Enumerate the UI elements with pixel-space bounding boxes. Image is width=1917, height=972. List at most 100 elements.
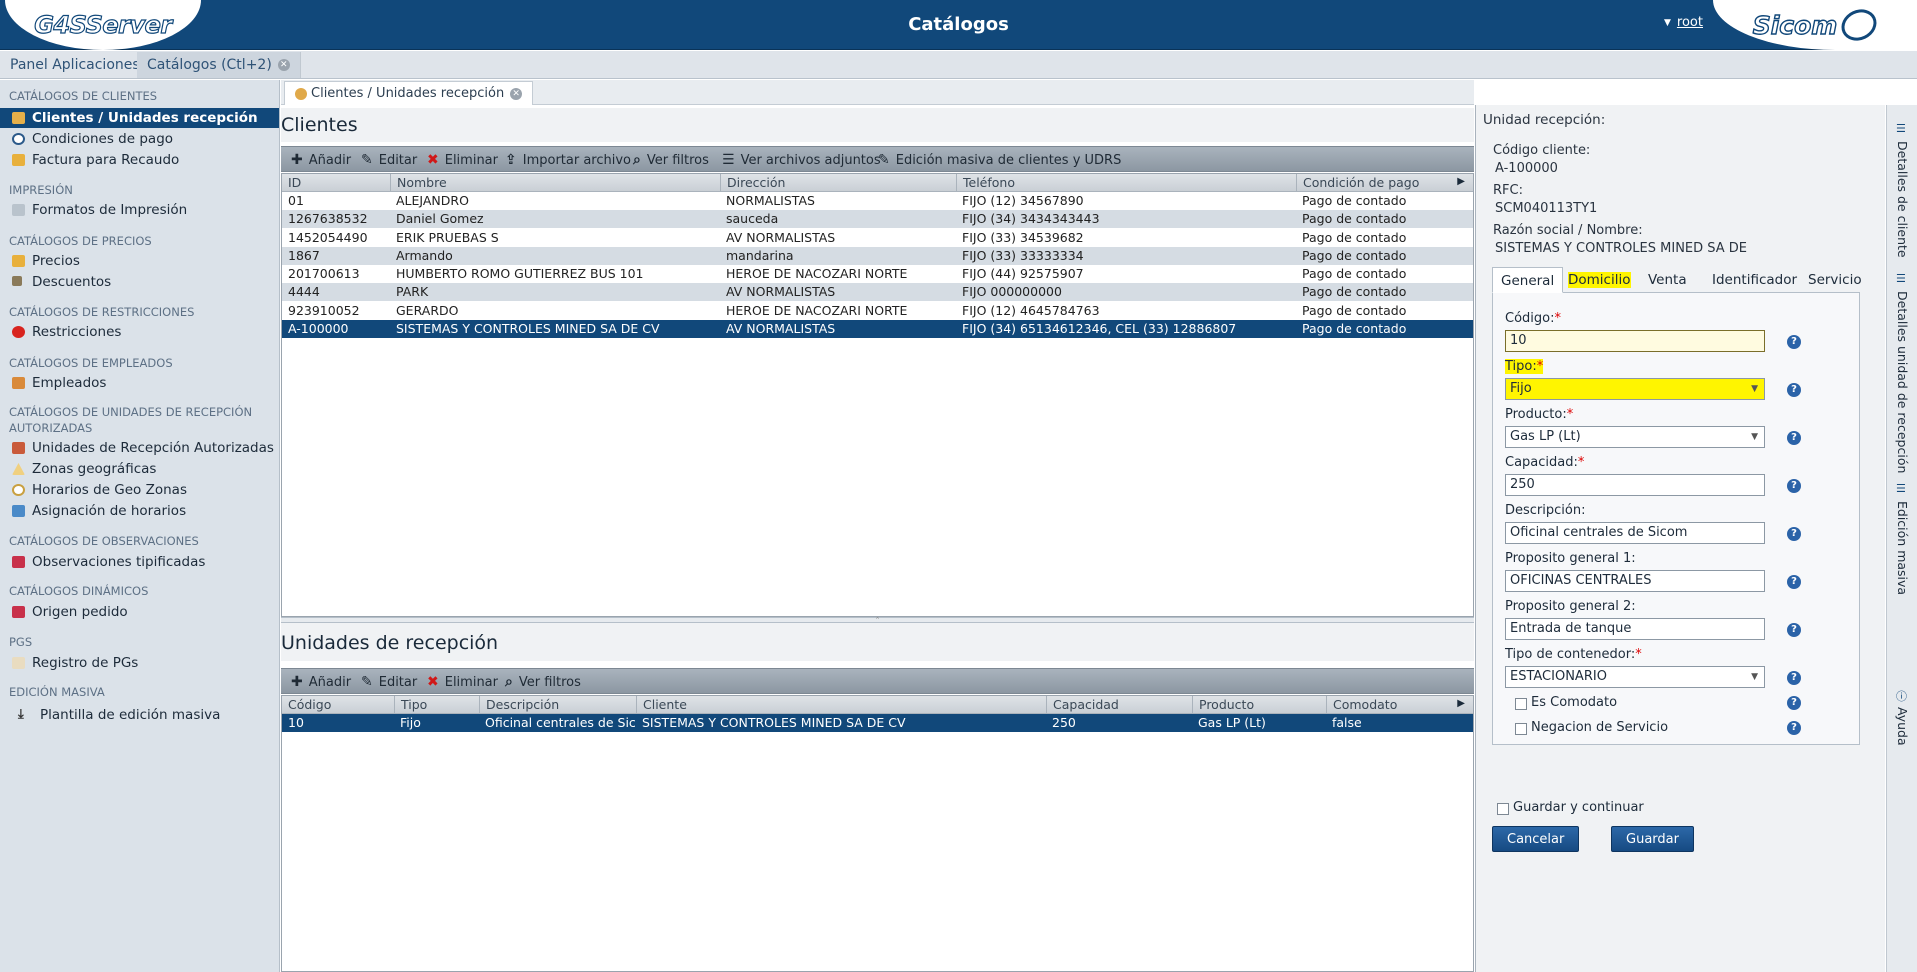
user-link[interactable]: root	[1677, 15, 1703, 30]
attachments-button[interactable]: ☰ Ver archivos adjuntos	[722, 147, 881, 173]
tab-servicio[interactable]: Servicio	[1800, 267, 1870, 293]
table-row[interactable]: 1267638532 Daniel Gomez sauceda FIJO (34) 3…	[282, 210, 1473, 229]
tab-catalogos[interactable]: Catálogos (Ctl+2) ✕	[137, 52, 301, 78]
chevron-down-icon[interactable]: ▼	[1751, 667, 1758, 687]
edit-button[interactable]: ✎ Editar	[361, 669, 417, 695]
edit-button[interactable]: ✎ Editar	[361, 147, 417, 173]
chevron-down-icon[interactable]: ▼	[1751, 379, 1758, 399]
table-row[interactable]: 923910052 GERARDO HEROE DE NACOZARI NORTE F…	[282, 302, 1473, 320]
sidebar-item-origen-pedido[interactable]: Origen pedido	[0, 602, 279, 622]
tab-panel-aplicaciones[interactable]: Panel Aplicaciones	[0, 52, 151, 78]
sidebar-item-precios[interactable]: Precios	[0, 251, 279, 271]
employees-icon	[12, 377, 25, 389]
scroll-right-icon[interactable]: ▶	[1457, 698, 1465, 709]
tab-domicilio[interactable]: Domicilio	[1562, 267, 1637, 293]
save-button[interactable]: Guardar	[1611, 826, 1694, 852]
tab-detalles-unidad[interactable]: Detalles unidad de recepción	[1895, 291, 1910, 473]
delete-button[interactable]: ✖ Eliminar	[427, 147, 498, 173]
column-header-cliente[interactable]: Cliente	[636, 696, 1046, 714]
tab-identificador[interactable]: Identificador	[1704, 267, 1805, 293]
help-icon[interactable]: ?	[1787, 671, 1801, 685]
add-button[interactable]: ✚ Añadir	[291, 669, 351, 695]
tipo-select[interactable]: Fijo ▼	[1505, 378, 1765, 400]
sidebar-item-unidades-autorizadas[interactable]: Unidades de Recepción Autorizadas	[0, 438, 279, 458]
tab-general[interactable]: General	[1492, 267, 1564, 293]
help-icon[interactable]: ?	[1787, 623, 1801, 637]
section-clientes: CATÁLOGOS DE CLIENTES	[9, 89, 158, 103]
section-observaciones: CATÁLOGOS DE OBSERVACIONES	[9, 534, 199, 548]
sidebar-item-horarios-geo-zonas[interactable]: Horarios de Geo Zonas	[0, 480, 279, 500]
sidebar-item-condiciones-pago[interactable]: Condiciones de pago	[0, 129, 279, 149]
table-row[interactable]: 4444 PARK AV NORMALISTAS FIJO 000000000 Pago…	[282, 283, 1473, 302]
capacidad-input[interactable]: 250	[1505, 474, 1765, 496]
table-cell: Pago de contado	[1302, 247, 1407, 263]
producto-select[interactable]: Gas LP (Lt) ▼	[1505, 426, 1765, 448]
tab-ayuda[interactable]: Ayuda	[1895, 707, 1910, 746]
column-header-descripcion[interactable]: Descripción	[479, 696, 636, 714]
table-row[interactable]: 01 ALEJANDRO NORMALISTAS FIJO (12) 34567890…	[282, 192, 1473, 210]
table-row[interactable]: 1452054490 ERIK PRUEBAS S AV NORMALISTAS FI…	[282, 229, 1473, 247]
column-header-comodato[interactable]: Comodato	[1326, 696, 1473, 714]
sidebar-item-empleados[interactable]: Empleados	[0, 373, 279, 393]
sidebar-item-observaciones[interactable]: Observaciones tipificadas	[0, 552, 279, 572]
column-header-capacidad[interactable]: Capacidad	[1046, 696, 1192, 714]
scroll-right-icon[interactable]: ▶	[1457, 176, 1465, 187]
help-icon[interactable]: ?	[1787, 721, 1801, 735]
codigo-input[interactable]: 10	[1505, 330, 1765, 352]
table-cell: 10	[288, 715, 304, 730]
guardar-continuar-checkbox[interactable]	[1497, 803, 1509, 815]
help-icon[interactable]: ?	[1787, 696, 1801, 710]
column-header-nombre[interactable]: Nombre	[390, 174, 720, 192]
table-row[interactable]: 1867 Armando mandarina FIJO (33) 33333334 Pa…	[282, 246, 1473, 265]
column-header-tipo[interactable]: Tipo	[394, 696, 479, 714]
cancel-button[interactable]: Cancelar	[1492, 826, 1580, 852]
sidebar-item-clientes[interactable]: Clientes / Unidades recepción	[0, 108, 279, 128]
help-icon[interactable]: ?	[1787, 431, 1801, 445]
help-icon[interactable]: ?	[1787, 575, 1801, 589]
section-dinamicos: CATÁLOGOS DINÁMICOS	[9, 584, 149, 598]
proposito2-input[interactable]: Entrada de tanque	[1505, 618, 1765, 640]
negacion-servicio-checkbox[interactable]	[1515, 723, 1527, 735]
descripcion-input[interactable]: Oficinal centrales de Sicom	[1505, 522, 1765, 544]
sidebar-item-descuentos[interactable]: Descuentos	[0, 272, 279, 292]
add-button[interactable]: ✚ Añadir	[291, 147, 351, 173]
sidebar-item-factura-recaudo[interactable]: Factura para Recaudo	[0, 150, 279, 170]
user-menu[interactable]: ▼ root	[1664, 15, 1703, 30]
list-icon: ☰	[1896, 482, 1906, 495]
column-header-telefono[interactable]: Teléfono	[956, 174, 1296, 192]
table-row[interactable]: A-100000 SISTEMAS Y CONTROLES MINED SA DE…	[282, 319, 1473, 338]
es-comodato-checkbox[interactable]	[1515, 698, 1527, 710]
column-header-producto[interactable]: Producto	[1192, 696, 1326, 714]
help-icon[interactable]: ?	[1787, 335, 1801, 349]
chevron-down-icon[interactable]: ▼	[1751, 427, 1758, 447]
sidebar-item-plantilla-edicion[interactable]: ⤓ Plantilla de edición masiva	[0, 705, 279, 725]
column-header-condicion-pago[interactable]: Condición de pago	[1296, 174, 1473, 192]
table-row[interactable]: 201700613 HUMBERTO ROMO GUTIERREZ BUS 101…	[282, 265, 1473, 283]
column-header-id[interactable]: ID	[282, 174, 390, 192]
help-icon[interactable]: ?	[1787, 527, 1801, 541]
column-header-direccion[interactable]: Dirección	[720, 174, 956, 192]
tab-edicion-masiva[interactable]: Edición masiva	[1895, 501, 1910, 595]
tab-clientes-unidades[interactable]: Clientes / Unidades recepción ✕	[284, 81, 534, 105]
table-row[interactable]: 10 Fijo Oficinal centrales de Sico SISTEMAS…	[282, 714, 1473, 732]
filters-button[interactable]: ⌕ Ver filtros	[633, 147, 709, 173]
close-icon[interactable]: ✕	[277, 59, 290, 71]
sidebar-item-restricciones[interactable]: Restricciones	[0, 322, 279, 342]
tab-detalles-cliente[interactable]: Detalles de cliente	[1895, 141, 1910, 258]
tab-venta[interactable]: Venta	[1640, 267, 1695, 293]
help-icon[interactable]: ?	[1787, 383, 1801, 397]
producto-label: Producto:*	[1505, 407, 1574, 422]
sidebar-item-zonas-geograficas[interactable]: Zonas geográficas	[0, 459, 279, 479]
contenedor-select[interactable]: ESTACIONARIO ▼	[1505, 666, 1765, 688]
proposito1-input[interactable]: OFICINAS CENTRALES	[1505, 570, 1765, 592]
import-file-button[interactable]: ⇪ Importar archivo	[505, 147, 631, 173]
help-icon[interactable]: ?	[1787, 479, 1801, 493]
filters-button[interactable]: ⌕ Ver filtros	[505, 669, 581, 695]
mass-edit-button[interactable]: ✎ Edición masiva de clientes y UDRS	[878, 147, 1121, 173]
delete-button[interactable]: ✖ Eliminar	[427, 669, 498, 695]
sidebar-item-registro-pgs[interactable]: Registro de PGs	[0, 653, 279, 673]
sidebar-item-formatos-impresion[interactable]: Formatos de Impresión	[0, 200, 279, 220]
sidebar-item-asignacion-horarios[interactable]: Asignación de horarios	[0, 501, 279, 521]
column-header-codigo[interactable]: Código	[282, 696, 394, 714]
close-icon[interactable]: ✕	[510, 87, 523, 100]
